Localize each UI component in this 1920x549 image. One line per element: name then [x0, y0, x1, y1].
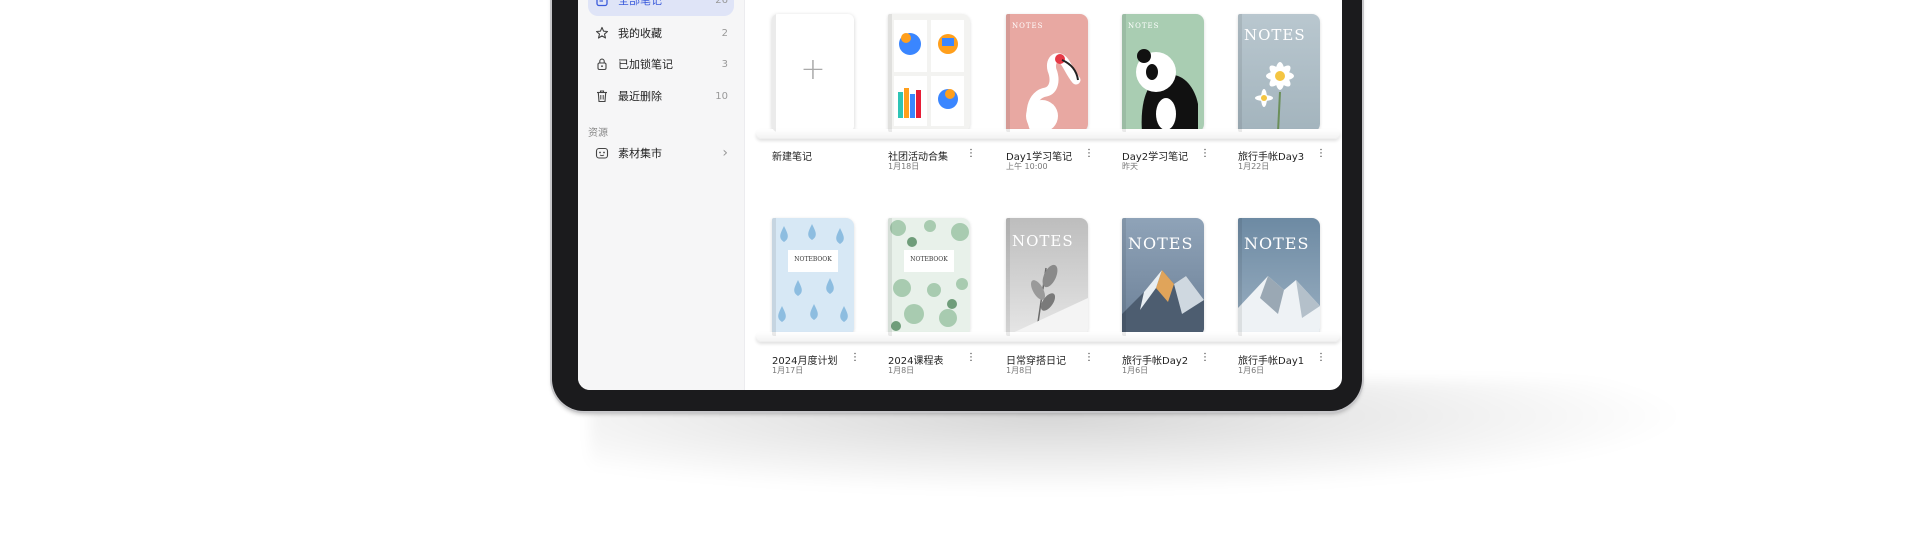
- more-icon[interactable]: ⋮: [1200, 148, 1210, 159]
- dot-pattern: [890, 220, 969, 331]
- ibis-illustration: [1026, 53, 1081, 132]
- sidebar-item-label: 我的收藏: [618, 27, 662, 40]
- cover-brand: NOTEBOOK: [794, 256, 832, 263]
- raindrop-pattern: [778, 224, 848, 322]
- more-icon[interactable]: ⋮: [1316, 148, 1326, 159]
- note-cover[interactable]: NOTES: [1122, 218, 1204, 336]
- sidebar-item-label: 全部笔记: [618, 0, 662, 7]
- sidebar-item-count: 10: [715, 90, 728, 102]
- sidebar-item-recently-deleted[interactable]: 最近删除 10: [588, 80, 734, 112]
- sidebar-item-locked[interactable]: 已加锁笔记 3: [588, 48, 734, 80]
- note-cover[interactable]: NOTEBOOK: [772, 218, 854, 336]
- shelf-2: [756, 332, 1340, 342]
- note-date: 1月17日: [772, 366, 804, 375]
- app-screen: 全部笔记 26 我的收藏 2 已加锁笔记 3 最近删除 10 资源 素材集市 ›…: [578, 0, 1342, 390]
- more-icon[interactable]: ⋮: [966, 148, 976, 159]
- more-icon[interactable]: ⋮: [1084, 352, 1094, 363]
- note-date: 上午 10:00: [1006, 162, 1048, 171]
- cover-brand: NOTES: [1128, 234, 1194, 253]
- note-date: 1月8日: [888, 366, 915, 375]
- star-icon: [594, 25, 610, 41]
- sidebar-item-count: 26: [715, 0, 728, 6]
- note-cover[interactable]: NOTEBOOK: [888, 218, 970, 336]
- notes-grid: + 新建笔记 社团活动合集 1月18日 ⋮ NOTES Day1学习笔记 上午 …: [744, 0, 1342, 390]
- more-icon[interactable]: ⋮: [1200, 352, 1210, 363]
- note-cover[interactable]: NOTES: [1238, 218, 1320, 336]
- more-icon[interactable]: ⋮: [966, 352, 976, 363]
- note-date: 1月18日: [888, 162, 920, 171]
- shelf-1: [756, 129, 1340, 139]
- cover-brand: NOTES: [1244, 26, 1306, 44]
- note-date: 1月6日: [1122, 366, 1149, 375]
- note-cover[interactable]: NOTES: [1122, 14, 1204, 132]
- note-date: 1月8日: [1006, 366, 1033, 375]
- note-date: 1月6日: [1238, 366, 1265, 375]
- note-cover[interactable]: NOTES: [1006, 14, 1088, 132]
- sidebar-item-count: 2: [721, 27, 728, 39]
- sidebar-item-favorites[interactable]: 我的收藏 2: [588, 17, 734, 49]
- new-note-cover[interactable]: +: [772, 14, 854, 132]
- cover-brand: NOTES: [1128, 22, 1160, 30]
- chevron-right-icon: ›: [722, 145, 728, 161]
- note-title: 新建笔记: [772, 152, 812, 163]
- cover-brand: NOTES: [1012, 232, 1074, 250]
- panda-illustration: [1136, 49, 1198, 132]
- sidebar-item-all-notes[interactable]: 全部笔记 26: [588, 0, 734, 16]
- club-cover-art: [894, 20, 964, 126]
- note-cover[interactable]: NOTES: [1238, 14, 1320, 132]
- cover-brand: NOTES: [1012, 22, 1044, 30]
- sidebar-item-label: 已加锁笔记: [618, 58, 673, 71]
- cover-brand: NOTES: [1244, 234, 1310, 253]
- note-icon: [594, 0, 610, 8]
- note-cover[interactable]: [888, 14, 970, 132]
- sidebar: 全部笔记 26 我的收藏 2 已加锁笔记 3 最近删除 10 资源 素材集市 ›: [578, 0, 745, 390]
- sidebar-item-material-market[interactable]: 素材集市 ›: [588, 137, 734, 169]
- plus-icon: +: [800, 52, 826, 87]
- material-icon: [594, 145, 610, 161]
- trash-icon: [594, 88, 610, 104]
- note-date: 1月22日: [1238, 162, 1270, 171]
- note-date: 昨天: [1122, 162, 1138, 171]
- note-cover[interactable]: NOTES: [1006, 218, 1088, 336]
- more-icon[interactable]: ⋮: [1316, 352, 1326, 363]
- more-icon[interactable]: ⋮: [850, 352, 860, 363]
- lock-icon: [594, 56, 610, 72]
- sidebar-item-count: 3: [721, 58, 728, 70]
- sidebar-item-label: 素材集市: [618, 147, 662, 160]
- more-icon[interactable]: ⋮: [1084, 148, 1094, 159]
- cover-brand: NOTEBOOK: [910, 256, 948, 263]
- sidebar-item-label: 最近删除: [618, 90, 662, 103]
